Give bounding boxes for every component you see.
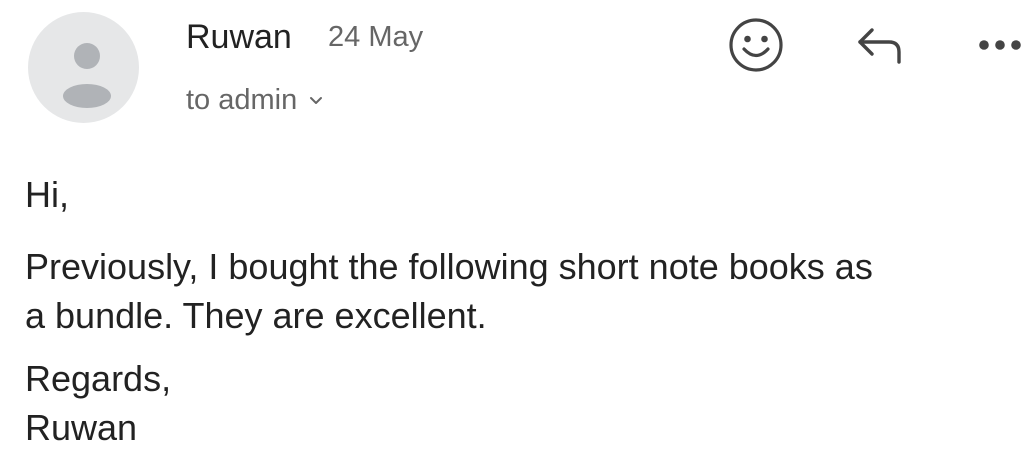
- sent-date: 24 May: [328, 21, 424, 53]
- email-signature: Ruwan: [25, 407, 138, 448]
- more-options-button[interactable]: [970, 15, 1024, 75]
- recipient-details-toggle[interactable]: to admin: [186, 82, 323, 118]
- sender-avatar[interactable]: [28, 12, 139, 123]
- reply-icon: [858, 28, 901, 64]
- email-signoff: Regards,: [25, 358, 172, 399]
- sender-name: Ruwan: [186, 18, 292, 56]
- more-options-icon: [979, 40, 1021, 50]
- email-body-line: a bundle. They are excellent.: [25, 295, 487, 336]
- recipient-label: to admin: [186, 84, 298, 116]
- add-reaction-button[interactable]: [726, 15, 786, 75]
- email-body-line: Previously, I bought the following short…: [25, 246, 873, 287]
- add-reaction-icon: [729, 18, 783, 72]
- reply-button[interactable]: [848, 15, 912, 75]
- default-person-icon: [63, 43, 111, 108]
- chevron-down-icon: [309, 93, 323, 111]
- email-greeting: Hi,: [25, 174, 69, 215]
